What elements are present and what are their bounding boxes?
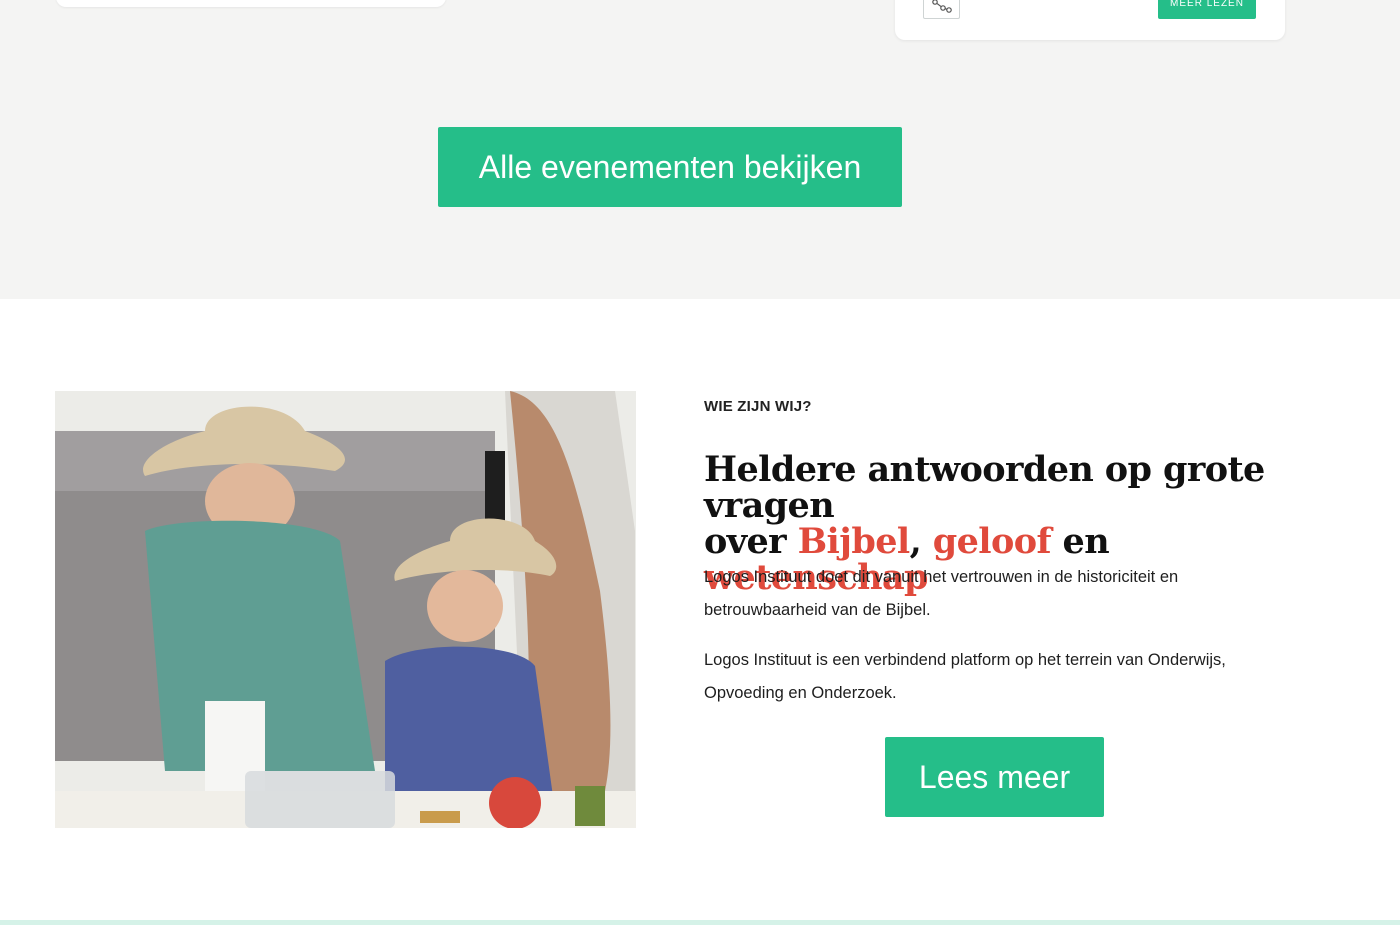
share-button[interactable] [923, 0, 960, 19]
all-events-button[interactable]: Alle evenementen bekijken [438, 127, 902, 207]
highlight-bijbel: Bijbel [797, 521, 911, 562]
headline-comma: , [909, 521, 922, 562]
lees-meer-button[interactable]: Lees meer [885, 737, 1104, 817]
event-card-left [56, 0, 446, 7]
about-paragraph-1: Logos Instituut doet dit vanuit het vert… [704, 568, 1179, 619]
headline-line2-prefix: over [704, 521, 798, 562]
about-paragraph-2: Logos Instituut is een verbindend platfo… [704, 651, 1226, 702]
headline-connector: en [1050, 521, 1110, 562]
event-card-right: MEER LEZEN [895, 0, 1285, 40]
share-icon [931, 0, 952, 13]
read-more-button[interactable]: MEER LEZEN [1158, 0, 1256, 19]
headline-line1: Heldere antwoorden op grote vragen [704, 449, 1265, 526]
highlight-geloof: geloof [932, 521, 1052, 562]
events-section: MEER LEZEN Alle evenementen bekijken [0, 0, 1400, 299]
section-eyebrow: WIE ZIJN WIJ? [704, 398, 812, 415]
children-excavation-photo [55, 391, 636, 828]
next-section-strip [0, 920, 1400, 925]
